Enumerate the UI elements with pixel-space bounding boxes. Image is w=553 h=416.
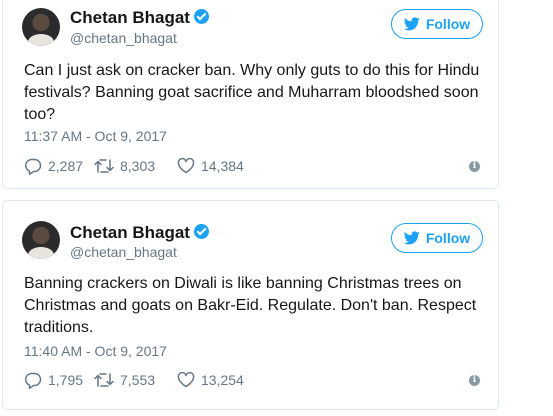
like-button[interactable]: 14,384: [177, 158, 277, 174]
info-icon[interactable]: i: [469, 375, 480, 386]
retweet-button[interactable]: 7,553: [94, 372, 177, 388]
author-handle[interactable]: @chetan_bhagat: [70, 30, 177, 46]
follow-button[interactable]: Follow: [391, 9, 483, 39]
tweet-actions: 1,795 7,553 13,254: [24, 370, 277, 390]
verified-badge-icon: [193, 224, 209, 239]
tweet-card: Chetan Bhagat @chetan_bhagat Follow Can …: [2, 0, 499, 189]
reply-button[interactable]: 1,795: [24, 372, 94, 389]
reply-count: 1,795: [48, 372, 84, 388]
tweet-text: Can I just ask on cracker ban. Why only …: [24, 62, 480, 123]
author-name[interactable]: Chetan Bhagat: [70, 223, 209, 243]
author-name[interactable]: Chetan Bhagat: [70, 8, 209, 28]
reply-count: 2,287: [48, 158, 84, 174]
avatar[interactable]: [22, 8, 60, 46]
tweet-timestamp[interactable]: 11:37 AM - Oct 9, 2017: [24, 128, 167, 144]
follow-button[interactable]: Follow: [391, 223, 483, 253]
author-name-label[interactable]: Chetan Bhagat: [70, 223, 190, 242]
twitter-bird-icon: [403, 231, 420, 245]
tweet-actions: 2,287 8,303 14,384: [24, 156, 277, 176]
follow-label: Follow: [425, 230, 471, 246]
like-count: 14,384: [201, 158, 244, 174]
reply-icon: [24, 372, 42, 389]
tweet-card: Chetan Bhagat @chetan_bhagat Follow Bann…: [2, 200, 499, 410]
retweet-button[interactable]: 8,303: [94, 158, 177, 174]
info-icon[interactable]: i: [469, 161, 480, 172]
verified-badge-icon: [193, 9, 209, 24]
tweet-text: Banning crackers on Diwali is like banni…: [24, 275, 477, 336]
reply-button[interactable]: 2,287: [24, 158, 94, 175]
retweet-count: 7,553: [120, 372, 156, 388]
like-icon: [177, 372, 195, 388]
reply-icon: [24, 158, 42, 175]
twitter-bird-icon: [403, 17, 420, 31]
retweet-icon: [94, 159, 114, 173]
author-name-label[interactable]: Chetan Bhagat: [70, 8, 190, 27]
avatar[interactable]: [22, 221, 60, 259]
author-handle[interactable]: @chetan_bhagat: [70, 244, 177, 260]
like-button[interactable]: 13,254: [177, 372, 277, 388]
retweet-count: 8,303: [120, 158, 156, 174]
like-icon: [177, 158, 195, 174]
like-count: 13,254: [201, 372, 244, 388]
tweet-timestamp[interactable]: 11:40 AM - Oct 9, 2017: [24, 343, 167, 359]
follow-label: Follow: [425, 16, 471, 32]
retweet-icon: [94, 373, 114, 387]
